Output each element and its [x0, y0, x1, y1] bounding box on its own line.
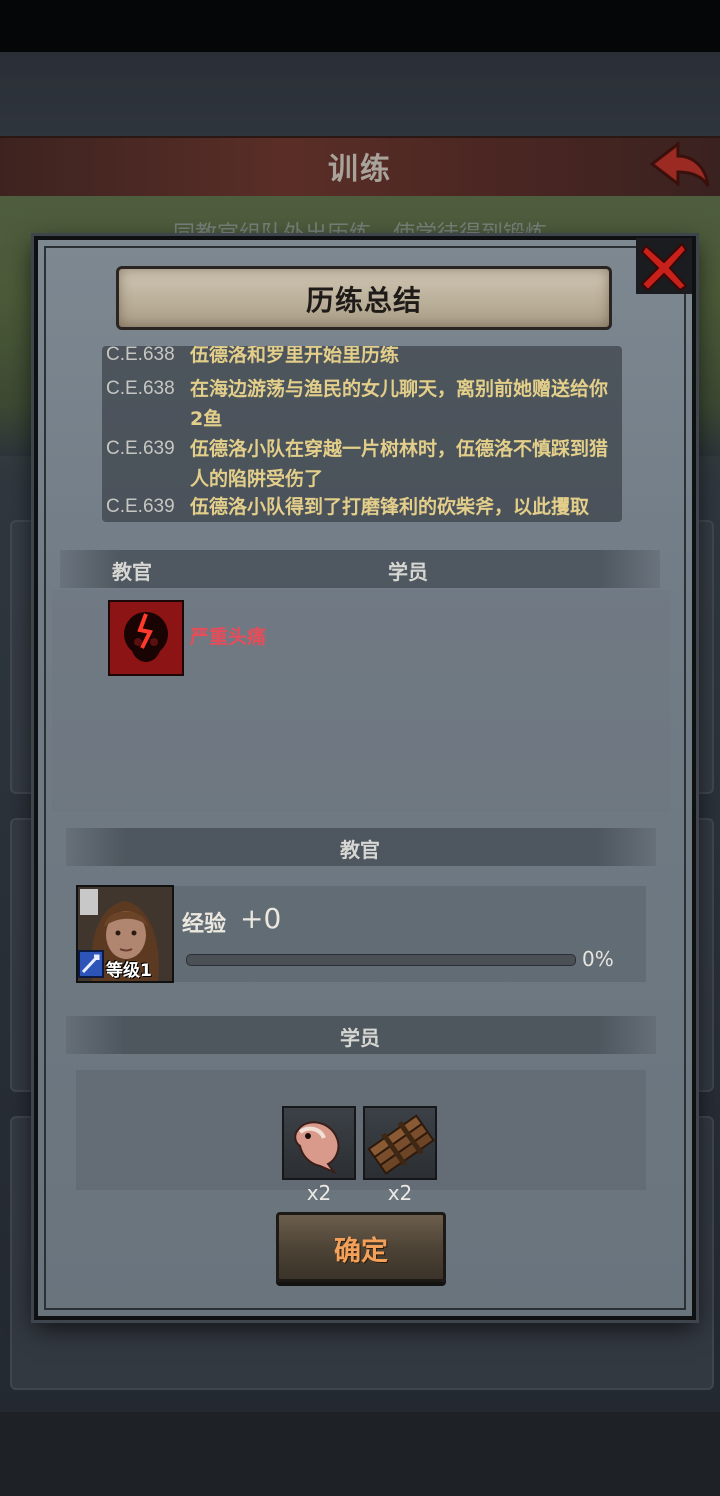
- reward-panel: [76, 1070, 646, 1190]
- status-effect-text: 严重头痛: [190, 626, 267, 648]
- exp-label: 经验: [182, 912, 227, 937]
- confirm-label: 确定: [334, 1236, 388, 1267]
- log-date: C.E.638: [106, 346, 175, 365]
- confirm-button[interactable]: 确定: [276, 1212, 446, 1282]
- close-icon: [640, 242, 688, 292]
- student-header: 学员: [340, 1026, 380, 1050]
- log-text: 在海边游荡与渔民的女儿聊天，离别前她赠送给你2鱼: [190, 378, 609, 430]
- back-arrow-icon[interactable]: [648, 140, 712, 190]
- exp-progress-bar: [186, 954, 576, 966]
- log-text: 伍德洛小队在穿越一片树林时，伍德洛不慎踩到猎人的陷阱受伤了: [190, 438, 609, 490]
- log-text: 伍德洛小队得到了打磨锋利的砍柴斧，以此攫取: [190, 496, 590, 518]
- bottom-area: [0, 1412, 720, 1496]
- reward-count-fish: x2: [306, 1181, 332, 1205]
- close-button[interactable]: [636, 238, 692, 294]
- screen-title: 训练: [328, 152, 392, 187]
- event-log[interactable]: C.E.638 伍德洛和罗里开始里历练 C.E.638 在海边游荡与渔民的女儿聊…: [102, 346, 622, 522]
- dialog-title-banner: 历练总结: [116, 266, 612, 330]
- dialog-title: 历练总结: [305, 284, 422, 317]
- instructor-header: 教官: [340, 838, 380, 862]
- fish-icon: [294, 1121, 340, 1175]
- weapon-class-icon: [78, 950, 104, 978]
- headache-skull-icon[interactable]: [108, 600, 184, 676]
- exp-gain: +0: [240, 902, 282, 935]
- reward-item-wood[interactable]: [363, 1106, 437, 1180]
- status-student-label: 学员: [388, 560, 428, 584]
- log-date: C.E.639: [106, 438, 175, 459]
- log-date: C.E.638: [106, 378, 175, 399]
- exp-percent: 0%: [582, 947, 614, 971]
- reward-item-fish[interactable]: [282, 1106, 356, 1180]
- wood-planks-icon: [367, 1114, 435, 1175]
- log-text: 伍德洛和罗里开始里历练: [190, 346, 400, 366]
- status-bar: [0, 0, 720, 52]
- level-label: 等级1: [106, 961, 152, 981]
- log-date: C.E.639: [106, 496, 175, 517]
- reward-count-wood: x2: [387, 1181, 413, 1205]
- status-instructor-label: 教官: [112, 560, 152, 584]
